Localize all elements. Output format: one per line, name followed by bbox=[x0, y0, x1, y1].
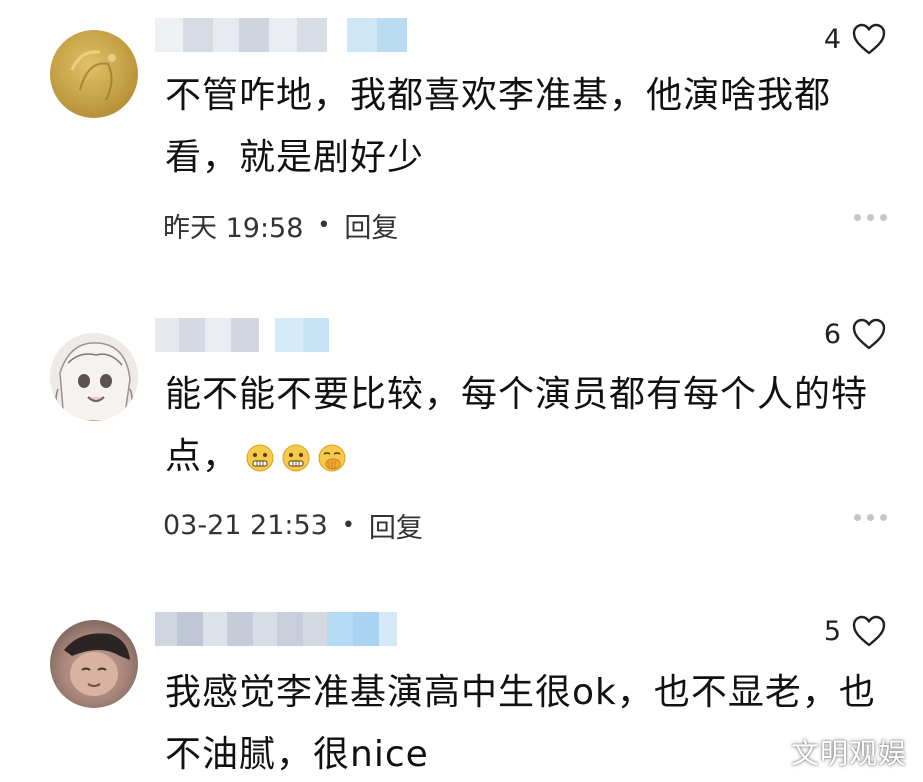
heart-icon[interactable] bbox=[851, 317, 887, 351]
reply-button[interactable]: 回复 bbox=[344, 206, 398, 245]
comment-text: 能不能不要比较，每个演员都有每个人的特点， bbox=[165, 364, 895, 488]
avatar-image bbox=[64, 633, 130, 696]
comment-list: 4 不管咋地，我都喜欢李准基，他演啥我都看，就是剧好少 昨天 19:58 • 回… bbox=[0, 0, 923, 782]
heart-icon[interactable] bbox=[851, 614, 887, 648]
like-control[interactable]: 6 bbox=[824, 317, 887, 351]
more-options-icon[interactable] bbox=[854, 514, 887, 521]
avatar[interactable] bbox=[50, 30, 138, 118]
comment-meta: 03-21 21:53 • 回复 bbox=[163, 506, 423, 545]
username-blurred[interactable] bbox=[155, 18, 407, 52]
like-control[interactable]: 4 bbox=[824, 22, 887, 56]
separator-dot: • bbox=[341, 513, 355, 538]
grimace-emoji-icon bbox=[246, 444, 274, 472]
like-control[interactable]: 5 bbox=[824, 614, 887, 648]
username-blurred[interactable] bbox=[155, 612, 397, 646]
comment-meta: 昨天 19:58 • 回复 bbox=[163, 206, 398, 245]
more-options-icon[interactable] bbox=[854, 214, 887, 221]
reply-button[interactable]: 回复 bbox=[369, 506, 423, 545]
hand-over-mouth-emoji-icon bbox=[318, 444, 346, 472]
avatar[interactable] bbox=[50, 333, 138, 421]
like-count: 6 bbox=[823, 318, 841, 350]
like-count: 5 bbox=[823, 615, 841, 647]
comment-item-2: 6 能不能不要比较，每个演员都有每个人的特点， 03-21 21:53 • 回复 bbox=[0, 300, 923, 590]
watermark: 文明观娱 bbox=[790, 737, 907, 770]
heart-icon[interactable] bbox=[851, 22, 887, 56]
avatar[interactable] bbox=[50, 620, 138, 708]
grimace-emoji-icon bbox=[282, 444, 310, 472]
avatar-image bbox=[70, 50, 116, 101]
comment-time: 03-21 21:53 bbox=[163, 510, 328, 541]
comment-text: 不管咋地，我都喜欢李准基，他演啥我都看，就是剧好少 bbox=[165, 75, 832, 178]
separator-dot: • bbox=[317, 213, 331, 238]
comment-text: 我感觉李准基演高中生很ok，也不显老，也不油腻，很nice bbox=[165, 672, 876, 775]
avatar-image bbox=[55, 342, 133, 421]
comment-item-1: 4 不管咋地，我都喜欢李准基，他演啥我都看，就是剧好少 昨天 19:58 • 回… bbox=[0, 0, 923, 280]
comment-item-3: 5 我感觉李准基演高中生很ok，也不显老，也不油腻，很nice bbox=[0, 600, 923, 782]
comment-time: 昨天 19:58 bbox=[163, 213, 304, 244]
username-blurred[interactable] bbox=[155, 318, 329, 352]
like-count: 4 bbox=[823, 23, 841, 55]
